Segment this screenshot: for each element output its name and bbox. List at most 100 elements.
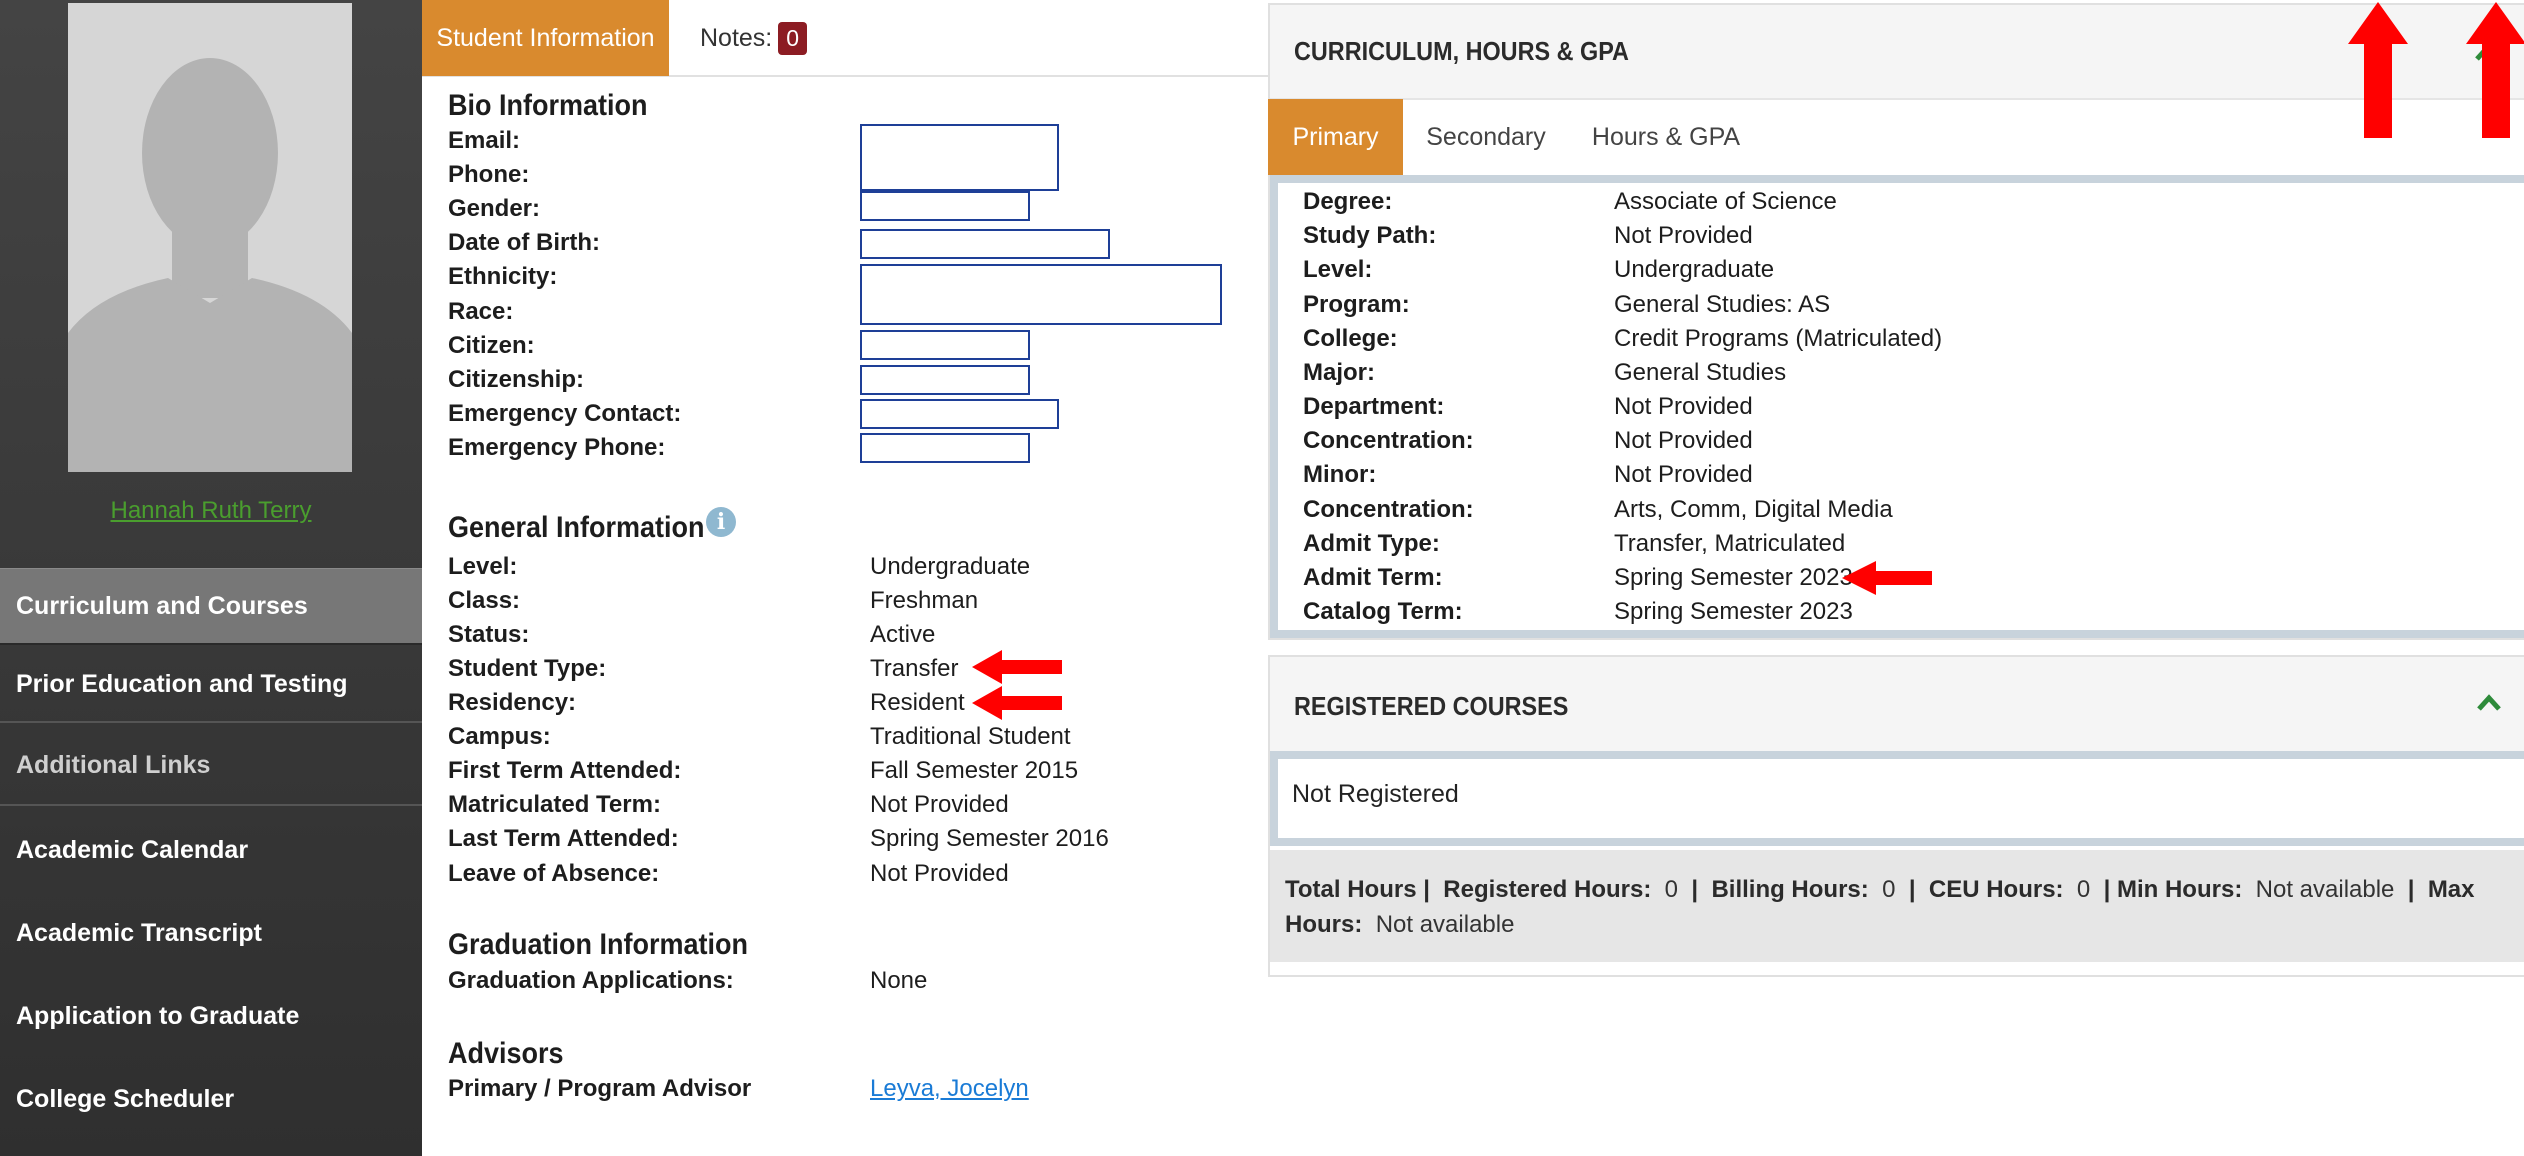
sidebar-item-application-to-graduate[interactable]: Application to Graduate <box>0 976 422 1056</box>
tab-secondary[interactable]: Secondary <box>1416 99 1556 175</box>
general-value-leave-of-absence: Not Provided <box>870 860 1009 887</box>
curriculum-label-minor: Minor: <box>1303 461 1377 488</box>
curriculum-label-degree: Degree: <box>1303 188 1393 215</box>
bio-label-date-of-birth: Date of Birth: <box>448 229 600 256</box>
curriculum-value-catalog-term: Spring Semester 2023 <box>1614 598 1853 625</box>
redacted-citizenship <box>860 365 1030 395</box>
general-value-residency: Resident <box>870 689 965 716</box>
primary-advisor-label: Primary / Program Advisor <box>448 1075 752 1102</box>
curriculum-value-program: General Studies: AS <box>1614 291 1831 318</box>
registered-hours-value: 0 <box>1664 876 1679 903</box>
curriculum-label-admit-term: Admit Term: <box>1303 564 1443 591</box>
sidebar-item-college-scheduler[interactable]: College Scheduler <box>0 1059 422 1139</box>
tab-notes[interactable]: Notes: 0 <box>700 0 808 76</box>
redacted-gender <box>860 191 1030 221</box>
curriculum-label-catalog-term: Catalog Term: <box>1303 598 1463 625</box>
graduation-applications-label: Graduation Applications: <box>448 967 734 994</box>
redacted-emergency-phone <box>860 433 1030 463</box>
graduation-applications-value: None <box>870 967 928 994</box>
general-label-first-term: First Term Attended: <box>448 757 682 784</box>
redacted-citizen <box>860 330 1030 360</box>
red-arrow-annotation-icon <box>1842 561 1932 595</box>
general-label-status: Status: <box>448 621 530 648</box>
curriculum-value-department: Not Provided <box>1614 393 1753 420</box>
primary-advisor-link[interactable]: Leyva, Jocelyn <box>870 1075 1029 1102</box>
sidebar-section-additional-links: Additional Links <box>0 726 422 806</box>
info-icon[interactable]: i <box>706 507 736 537</box>
redacted-emergency-contact <box>860 399 1059 429</box>
curriculum-value-level: Undergraduate <box>1614 256 1775 283</box>
notes-count-badge: 0 <box>778 21 808 55</box>
billing-hours-value: 0 <box>1882 876 1896 903</box>
sidebar-item-curriculum-and-courses[interactable]: Curriculum and Courses <box>0 568 422 645</box>
collapse-chevron-up-icon[interactable] <box>2476 690 2502 716</box>
general-value-level: Undergraduate <box>870 553 1031 580</box>
tab-primary[interactable]: Primary <box>1268 99 1403 175</box>
ceu-hours-value: 0 <box>2076 876 2091 903</box>
min-hours-label: Min Hours: <box>2116 876 2243 903</box>
curriculum-label-admit-type: Admit Type: <box>1303 530 1440 557</box>
hours-totals-text: Total Hours | Registered Hours: 0 | Bill… <box>1285 876 2475 938</box>
bio-label-email: Email: <box>448 127 521 154</box>
general-value-student-type: Transfer <box>870 655 959 682</box>
bio-label-emergency-contact: Emergency Contact: <box>448 400 682 427</box>
curriculum-value-admit-term: Spring Semester 2023 <box>1614 564 1853 591</box>
bio-information-heading: Bio Information <box>448 89 648 122</box>
general-information-heading: General Information <box>448 511 705 544</box>
registered-hours-label: Registered Hours: <box>1443 876 1652 903</box>
registration-status: Not Registered <box>1292 780 1459 808</box>
tab-student-information[interactable]: Student Information <box>422 0 669 76</box>
bio-label-citizenship: Citizenship: <box>448 366 584 393</box>
profile-photo-placeholder <box>68 3 352 472</box>
graduation-information-heading: Graduation Information <box>448 928 748 961</box>
advisors-heading: Advisors <box>448 1037 564 1070</box>
general-value-last-term: Spring Semester 2016 <box>870 825 1109 852</box>
sidebar-item-prior-education[interactable]: Prior Education and Testing <box>0 648 422 723</box>
curriculum-label-program: Program: <box>1303 291 1410 318</box>
redacted-ethnicity-race <box>860 264 1222 325</box>
general-label-class: Class: <box>448 587 521 614</box>
bio-label-gender: Gender: <box>448 195 541 222</box>
curriculum-label-level: Level: <box>1303 256 1373 283</box>
red-up-arrow-annotation-icon <box>2466 2 2524 138</box>
curriculum-value-admit-type: Transfer, Matriculated <box>1614 530 1846 557</box>
general-value-status: Active <box>870 621 936 648</box>
sidebar-item-academic-calendar[interactable]: Academic Calendar <box>0 810 422 890</box>
bio-label-citizen: Citizen: <box>448 332 535 359</box>
general-value-campus: Traditional Student <box>870 723 1071 750</box>
redacted-email-phone <box>860 124 1059 191</box>
curriculum-label-concentration-2: Concentration: <box>1303 496 1474 523</box>
curriculum-panel-title: CURRICULUM, HOURS & GPA <box>1294 36 1629 66</box>
curriculum-label-major: Major: <box>1303 359 1375 386</box>
curriculum-value-degree: Associate of Science <box>1614 188 1837 215</box>
bio-label-race: Race: <box>448 298 514 325</box>
max-hours-value: Not available <box>1375 911 1515 938</box>
ceu-hours-label: CEU Hours: <box>1928 876 2064 903</box>
curriculum-value-college: Credit Programs (Matriculated) <box>1614 325 1943 352</box>
red-arrow-annotation-icon <box>972 650 1062 720</box>
general-label-last-term: Last Term Attended: <box>448 825 679 852</box>
total-hours-label: Total Hours | <box>1285 876 1430 903</box>
curriculum-value-minor: Not Provided <box>1614 461 1753 488</box>
general-label-student-type: Student Type: <box>448 655 607 682</box>
bio-label-phone: Phone: <box>448 161 530 188</box>
general-value-first-term: Fall Semester 2015 <box>870 757 1079 784</box>
general-label-residency: Residency: <box>448 689 577 716</box>
general-value-class: Freshman <box>870 587 979 614</box>
general-label-campus: Campus: <box>448 723 551 750</box>
general-label-matriculated-term: Matriculated Term: <box>448 791 661 818</box>
general-label-level: Level: <box>448 553 518 580</box>
student-name-link[interactable]: Hannah Ruth Terry <box>0 497 422 525</box>
tab-hours-and-gpa[interactable]: Hours & GPA <box>1585 99 1747 175</box>
sidebar-item-academic-transcript[interactable]: Academic Transcript <box>0 893 422 973</box>
general-value-matriculated-term: Not Provided <box>870 791 1009 818</box>
red-up-arrow-annotation-icon <box>2348 2 2408 138</box>
bio-label-ethnicity: Ethnicity: <box>448 263 558 290</box>
notes-label: Notes: <box>700 23 773 52</box>
general-label-leave-of-absence: Leave of Absence: <box>448 860 660 887</box>
curriculum-label-college: College: <box>1303 325 1398 352</box>
curriculum-value-concentration: Not Provided <box>1614 427 1753 454</box>
curriculum-label-study-path: Study Path: <box>1303 222 1437 249</box>
curriculum-value-study-path: Not Provided <box>1614 222 1753 249</box>
curriculum-value-major: General Studies <box>1614 359 1787 386</box>
